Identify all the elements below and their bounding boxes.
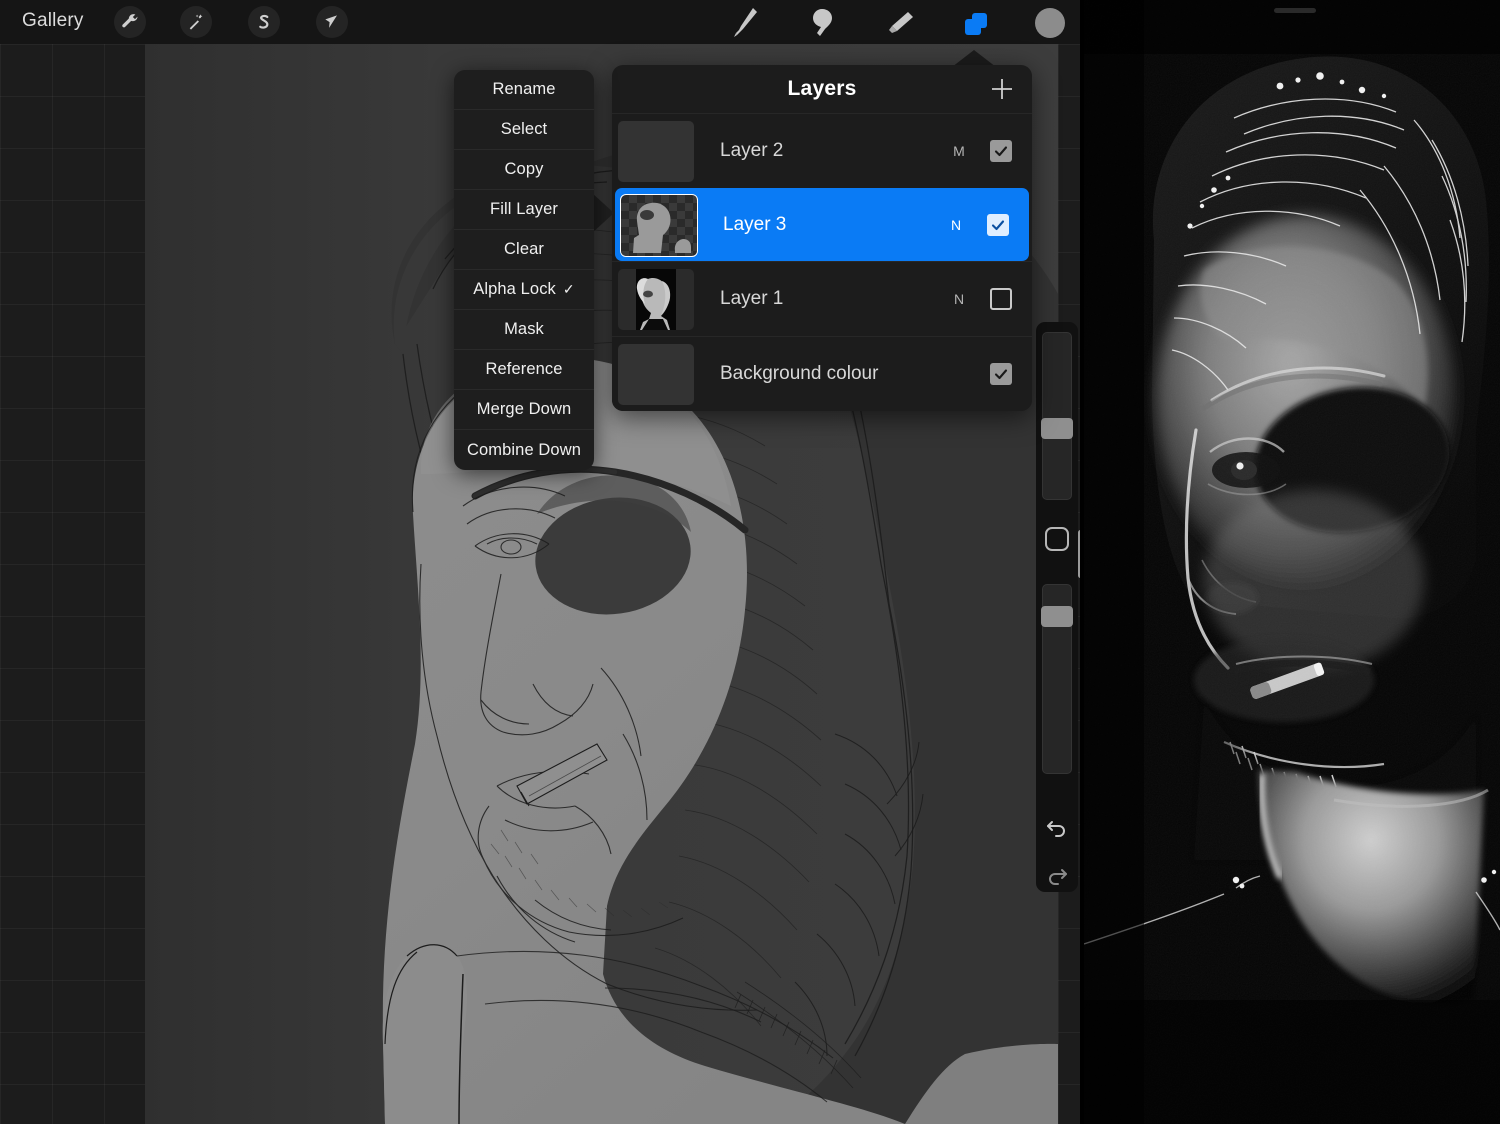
layer-thumbnail-photo <box>636 268 676 330</box>
layer-row[interactable]: Layer 2 M <box>612 113 1032 188</box>
menu-item-select[interactable]: Select <box>454 110 594 150</box>
menu-item-label: Clear <box>504 240 544 258</box>
menu-item-label: Alpha Lock <box>473 280 556 298</box>
pane-divider <box>1080 0 1084 1124</box>
layers-panel-title: Layers <box>787 77 857 100</box>
layer-row[interactable]: Background colour <box>612 336 1032 411</box>
s-curve-icon[interactable] <box>248 6 280 38</box>
menu-item-label: Combine Down <box>466 440 581 459</box>
add-layer-button[interactable] <box>988 75 1016 103</box>
layers-panel: Layers Layer 2 M Layer 3 N Layer 1 N Bac… <box>612 65 1032 411</box>
layer-visibility-checkbox[interactable] <box>990 140 1012 162</box>
reference-panel-drag-handle[interactable] <box>1274 8 1316 13</box>
menu-item-label: Reference <box>485 360 563 378</box>
menu-item-label: Fill Layer <box>490 200 558 218</box>
magic-wand-icon[interactable] <box>180 6 212 38</box>
layer-thumbnail-art <box>633 202 691 253</box>
modify-button[interactable] <box>1045 527 1069 551</box>
layer-thumbnail[interactable] <box>618 120 694 182</box>
menu-item-mask[interactable]: Mask <box>454 310 594 350</box>
reference-photo-panel[interactable] <box>1084 0 1500 1124</box>
layer-row[interactable]: Layer 3 N <box>615 188 1029 261</box>
redo-button[interactable] <box>1042 860 1072 890</box>
brush-control-sidebar <box>1036 322 1078 892</box>
reference-photo-image <box>1084 0 1500 1124</box>
layer-row[interactable]: Layer 1 N <box>612 261 1032 336</box>
layer-thumbnail[interactable] <box>618 268 694 330</box>
menu-item-label: Select <box>500 120 548 138</box>
wrench-icon[interactable] <box>114 6 146 38</box>
gallery-button[interactable]: Gallery <box>22 10 84 32</box>
layer-name: Layer 2 <box>720 140 784 161</box>
brush-opacity-slider-thumb[interactable] <box>1041 606 1073 627</box>
layers-icon[interactable] <box>956 4 996 42</box>
menu-item-merge-down[interactable]: Merge Down <box>454 390 594 430</box>
layers-panel-header: Layers <box>612 65 1032 113</box>
menu-item-copy[interactable]: Copy <box>454 150 594 190</box>
menu-item-label: Rename <box>492 80 556 98</box>
menu-item-label: Merge Down <box>476 400 572 418</box>
brush-size-slider[interactable] <box>1042 332 1072 500</box>
layer-name: Layer 3 <box>723 214 787 235</box>
undo-button[interactable] <box>1042 812 1072 842</box>
menu-item-alpha-lock[interactable]: Alpha Lock ✓ <box>454 270 594 310</box>
smudge-finger-icon[interactable] <box>802 4 842 42</box>
menu-item-clear[interactable]: Clear <box>454 230 594 270</box>
menu-item-fill-layer[interactable]: Fill Layer <box>454 190 594 230</box>
layer-blend-mode[interactable]: N <box>946 291 972 307</box>
layer-visibility-checkbox[interactable] <box>990 363 1012 385</box>
procreate-app-window: Gallery Layers Layer 2 M Layer 3 N Layer… <box>0 0 1500 1124</box>
layer-context-menu: Rename Select Copy Fill Layer Clear Alph… <box>454 70 594 470</box>
layer-blend-mode[interactable]: M <box>946 143 972 159</box>
menu-item-combine-down[interactable]: Combine Down <box>454 430 594 470</box>
layer-visibility-checkbox[interactable] <box>987 214 1009 236</box>
top-toolbar: Gallery <box>0 0 1080 44</box>
arrow-cursor-icon[interactable] <box>316 6 348 38</box>
canvas-grid-background-left <box>0 44 145 1124</box>
checkmark-icon: ✓ <box>562 281 575 297</box>
layer-name: Layer 1 <box>720 288 784 309</box>
context-menu-pointer <box>592 193 614 233</box>
layer-visibility-checkbox[interactable] <box>990 288 1012 310</box>
menu-item-label: Copy <box>504 160 544 178</box>
procreate-pane: Gallery Layers Layer 2 M Layer 3 N Layer… <box>0 0 1080 1124</box>
paintbrush-icon[interactable] <box>726 4 766 42</box>
background-colour-thumbnail[interactable] <box>618 343 694 405</box>
color-swatch-icon[interactable] <box>1030 4 1070 42</box>
layer-blend-mode[interactable]: N <box>943 217 969 233</box>
layer-name: Background colour <box>720 363 879 384</box>
menu-item-reference[interactable]: Reference <box>454 350 594 390</box>
menu-item-rename[interactable]: Rename <box>454 70 594 110</box>
eraser-icon[interactable] <box>880 4 920 42</box>
brush-size-slider-thumb[interactable] <box>1041 418 1073 439</box>
layer-thumbnail[interactable] <box>620 193 698 257</box>
menu-item-label: Mask <box>504 320 544 338</box>
